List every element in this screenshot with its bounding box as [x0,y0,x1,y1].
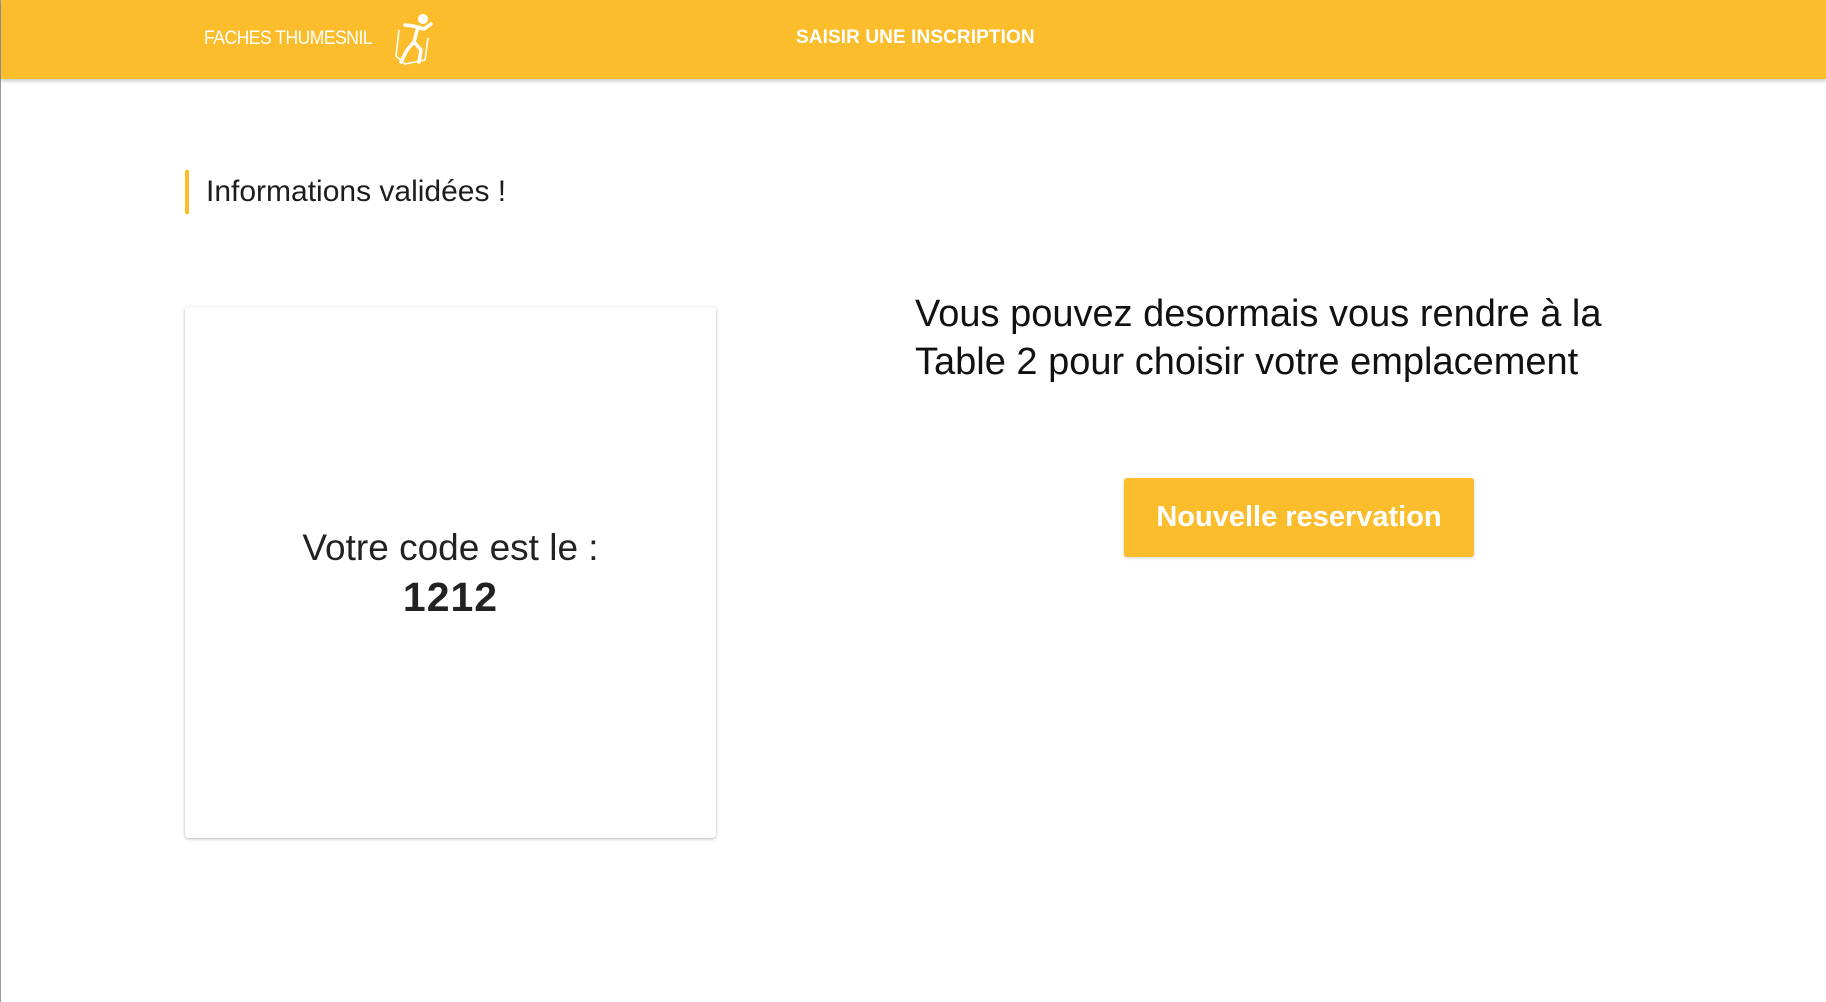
reservation-code: 1212 [402,573,499,620]
brand-logo-text: FACHES THUMESNIL [204,28,373,49]
brand-logo[interactable]: FACHES THUMESNIL [204,12,435,66]
nav-link-saisir-inscription[interactable]: SAISIR UNE INSCRIPTION [796,27,1035,49]
code-card: Votre code est le : 1212 [185,307,716,838]
validation-status-heading: Informations validées ! [185,170,506,214]
top-app-bar: FACHES THUMESNIL SAISIR UNE INSCRIPTION [1,0,1826,79]
code-label: Votre code est le : [302,526,599,568]
app-window: FACHES THUMESNIL SAISIR UNE INSCRIPTION … [0,0,1826,1002]
runner-figure-icon [394,14,433,65]
new-reservation-button[interactable]: Nouvelle reservation [1124,478,1474,557]
instruction-message: Vous pouvez desormais vous rendre à la T… [915,293,1602,383]
